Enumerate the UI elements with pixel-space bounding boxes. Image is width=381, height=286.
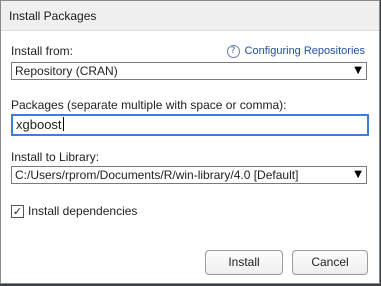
packages-label: Packages (separate multiple with space o…	[11, 98, 287, 112]
text-caret	[62, 117, 64, 131]
install-button[interactable]: Install	[205, 250, 283, 275]
help-icon: ?	[226, 44, 240, 58]
install-from-select[interactable]: Repository (CRAN) ▼	[11, 62, 367, 80]
configuring-repositories-link[interactable]: ? Configuring Repositories	[226, 42, 365, 60]
chevron-down-icon: ▼	[354, 65, 362, 76]
configuring-repositories-text: Configuring Repositories	[244, 45, 365, 57]
title-bar[interactable]: Install Packages	[1, 1, 379, 31]
install-from-label: Install from:	[11, 44, 74, 58]
install-dependencies-option[interactable]: ✓ Install dependencies	[11, 204, 137, 218]
cancel-button[interactable]: Cancel	[292, 250, 368, 275]
chevron-down-icon: ▼	[354, 169, 362, 180]
packages-input-value: xgboost	[16, 117, 62, 132]
library-value: C:/Users/rprom/Documents/R/win-library/4…	[15, 168, 299, 182]
install-from-value: Repository (CRAN)	[15, 64, 118, 78]
install-packages-dialog: Install Packages Install from: ? Configu…	[0, 0, 380, 284]
install-dependencies-checkbox[interactable]: ✓	[11, 204, 24, 218]
window-title: Install Packages	[9, 9, 97, 23]
packages-input[interactable]: xgboost	[11, 114, 369, 136]
install-dependencies-label: Install dependencies	[28, 204, 138, 218]
library-label: Install to Library:	[11, 150, 100, 164]
library-select[interactable]: C:/Users/rprom/Documents/R/win-library/4…	[11, 166, 367, 184]
